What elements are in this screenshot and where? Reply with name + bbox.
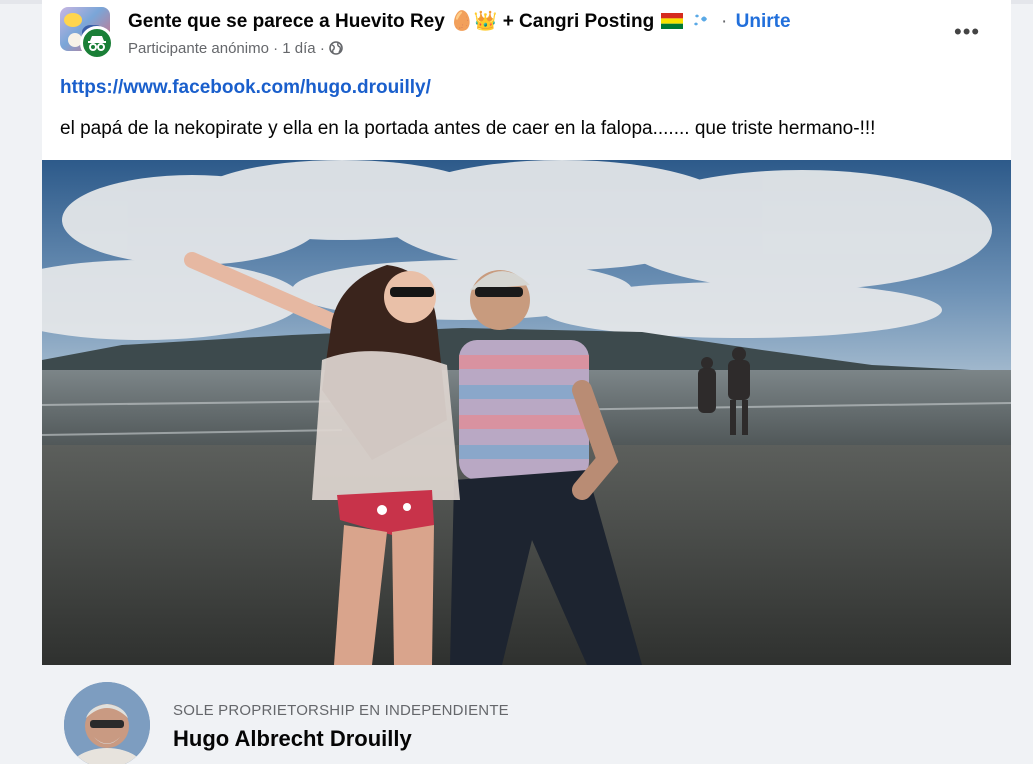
- post-time[interactable]: 1 día: [282, 40, 315, 57]
- post-photo[interactable]: [42, 160, 1011, 665]
- group-name-link[interactable]: Gente que se parece a Huevito Rey: [128, 11, 445, 32]
- globe-icon[interactable]: [329, 41, 343, 55]
- bolivia-flag-icon: [661, 13, 684, 29]
- separator: ·: [721, 11, 728, 32]
- post-card: Gente que se parece a Huevito Rey 🥚👑 + C…: [42, 0, 1011, 764]
- author-name[interactable]: Participante anónimo: [128, 40, 269, 57]
- preview-subtitle: SOLE PROPRIETORSHIP EN INDEPENDIENTE: [173, 702, 509, 719]
- post-link[interactable]: https://www.facebook.com/hugo.drouilly/: [60, 77, 431, 99]
- group-emoji: 🥚👑: [450, 11, 498, 32]
- more-options-button[interactable]: •••: [954, 19, 980, 45]
- preview-title[interactable]: Hugo Albrecht Drouilly: [173, 726, 412, 752]
- anonymous-member-icon: [80, 26, 114, 60]
- avatar-decoration: [64, 13, 82, 27]
- post-header: Gente que se parece a Huevito Rey 🥚👑 + C…: [128, 9, 791, 33]
- profile-avatar: [64, 682, 150, 764]
- separator: ·: [319, 40, 325, 57]
- splash-icon: [693, 14, 707, 26]
- post-meta: Participante anónimo · 1 día ·: [128, 40, 343, 57]
- post-text: el papá de la nekopirate y ella en la po…: [60, 118, 876, 139]
- separator: ·: [273, 40, 279, 57]
- join-group-button[interactable]: Unirte: [736, 11, 791, 32]
- group-name-suffix[interactable]: + Cangri Posting: [503, 11, 655, 32]
- link-preview-card[interactable]: SOLE PROPRIETORSHIP EN INDEPENDIENTE Hug…: [42, 665, 1011, 764]
